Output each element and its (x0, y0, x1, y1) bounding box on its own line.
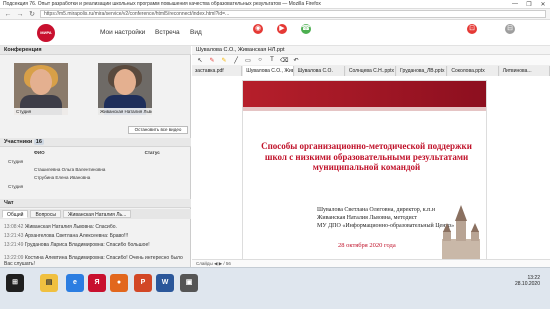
system-clock[interactable]: 13:22 28.10.2020 (515, 275, 540, 287)
layout-icon: ⊟ (505, 24, 515, 34)
slide-navigation[interactable]: Слайды ◀ ▶ / 56 (192, 259, 550, 267)
doc-tab-active[interactable]: Шувалова С.О., Живанская... (243, 66, 294, 76)
video-caption: Студия (14, 108, 68, 115)
menu-settings[interactable]: Мои настройки (100, 29, 145, 36)
folder-icon[interactable]: ▤ (40, 274, 58, 292)
pointer-icon[interactable]: ↖ (196, 57, 204, 64)
forward-icon[interactable]: → (16, 11, 24, 18)
menu-view[interactable]: Вид (190, 29, 202, 36)
rect-icon[interactable]: ▭ (244, 57, 252, 64)
eraser-icon[interactable]: ⌫ (280, 57, 288, 64)
window-title: Подсекция 76. Опыт разработки и реализац… (3, 1, 321, 7)
video-caption: Живанская Наталия Львовна (98, 108, 152, 115)
participants-count-badge: 16 (33, 139, 44, 145)
slide-title: Способы организационно-методической подд… (261, 141, 472, 172)
presentation-slide: Способы организационно-методической подд… (242, 80, 487, 262)
address-bar[interactable]: https://m5.mirapolis.ru/mira/service/v2/… (40, 10, 546, 18)
layout-button[interactable]: ⊟ (498, 23, 522, 45)
stop-all-video-button[interactable]: Остановить все видео (128, 126, 188, 134)
tab-questions[interactable]: Вопросы (30, 210, 61, 218)
play-icon: ▶ (277, 24, 287, 34)
app-icon[interactable]: ▣ (180, 274, 198, 292)
doc-tab[interactable]: Соколова.pptx (448, 66, 499, 76)
participant-row[interactable]: Сташилевна Ольга Валентиновна (0, 166, 191, 174)
participant-row[interactable]: Студия (0, 158, 191, 166)
left-panel: Конференция Студия Живанская Наталия Льв… (0, 46, 191, 288)
browser-toolbar: ← → ↻ https://m5.mirapolis.ru/mira/servi… (0, 9, 550, 20)
line-icon[interactable]: ╱ (232, 57, 240, 64)
tab-private[interactable]: Живанская Наталия Ль... (62, 210, 132, 218)
slide-header-band (243, 81, 486, 107)
reload-icon[interactable]: ↻ (28, 10, 36, 18)
call-button[interactable]: ☎ (294, 23, 318, 45)
window-titlebar: Подсекция 76. Опыт разработки и реализац… (0, 0, 550, 9)
participants-columns: ФИО Статус (34, 150, 160, 155)
doc-tab[interactable]: Шувалова С.О. (294, 66, 345, 76)
chat-message: 13:22:09 Костина Алевтина Владимировна: … (4, 255, 183, 267)
doc-tab[interactable]: Груданова_ЛВ.pptx (397, 66, 448, 76)
close-button[interactable]: ✕ (536, 1, 550, 8)
start-icon[interactable]: ⊞ (6, 274, 24, 292)
participants-header: Участники 16 (0, 138, 191, 147)
edge-icon[interactable]: e (66, 274, 84, 292)
app-logo: МИРА (37, 24, 55, 42)
powerpoint-icon[interactable]: P (134, 274, 152, 292)
firefox-icon[interactable]: ● (110, 274, 128, 292)
conference-header: Конференция (0, 46, 191, 55)
pen-icon[interactable]: ✎ (208, 57, 216, 64)
screen-share-button[interactable]: ⊡ (460, 23, 484, 45)
menu-meeting[interactable]: Встреча (155, 29, 180, 36)
document-tabs: заставка.pdf Шувалова С.О., Живанская...… (192, 66, 550, 76)
doc-tab[interactable]: заставка.pdf (192, 66, 243, 76)
church-illustration (442, 205, 480, 261)
video-tile-speaker[interactable]: Живанская Наталия Львовна (98, 63, 152, 115)
back-icon[interactable]: ← (4, 11, 12, 18)
word-icon[interactable]: W (156, 274, 174, 292)
minimize-button[interactable]: — (508, 1, 522, 7)
text-icon[interactable]: T (268, 57, 276, 63)
circle-icon[interactable]: ○ (256, 57, 264, 63)
participant-row[interactable]: Студия (0, 183, 191, 191)
maximize-button[interactable]: ❐ (522, 1, 536, 8)
windows-taskbar: ⊞ ▤ e Я ● P W ▣ 13:22 28.10.2020 (0, 267, 550, 309)
chat-message: 13:21:43 Архангелова Светлана Алексеевна… (4, 233, 129, 239)
doc-tab[interactable]: Литвинова... (499, 66, 550, 76)
phone-icon: ☎ (301, 24, 311, 34)
stop-record-button[interactable]: ◉ (246, 23, 270, 45)
document-panel: Шувалова С.О., Живанская НЛ.ppt ↖ ✎ ✎ ╱ … (192, 46, 550, 267)
doc-tab[interactable]: Солнцева С.Н..pptx (345, 66, 397, 76)
document-title: Шувалова С.О., Живанская НЛ.ppt (192, 46, 550, 55)
undo-icon[interactable]: ↶ (292, 57, 300, 64)
chat-message: 13:21:49 Груданова Лариса Владимировна: … (4, 242, 150, 248)
chat-tabs: Общий Вопросы Живанская Наталия Ль... (0, 209, 191, 219)
start-broadcast-button[interactable]: ▶ (270, 23, 294, 45)
yandex-icon[interactable]: Я (88, 274, 106, 292)
record-icon: ◉ (253, 24, 263, 34)
slide-date: 28 октября 2020 года (338, 242, 396, 249)
marker-icon[interactable]: ✎ (220, 57, 228, 64)
participant-row[interactable]: Струбина Елена Ивановна (0, 174, 191, 182)
app-header: МИРА Мои настройки Встреча Вид ◉ ▶ ☎ ⊡ ⊟ (0, 20, 550, 46)
chat-message: 13:08:42 Живанская Наталия Львовна: Спас… (4, 224, 117, 230)
chat-header: Чат (0, 199, 191, 208)
video-tile-studio[interactable]: Студия (14, 63, 68, 115)
annotation-toolbar: ↖ ✎ ✎ ╱ ▭ ○ T ⌫ ↶ (192, 55, 550, 66)
tab-general[interactable]: Общий (2, 210, 29, 218)
screen-icon: ⊡ (467, 24, 477, 34)
